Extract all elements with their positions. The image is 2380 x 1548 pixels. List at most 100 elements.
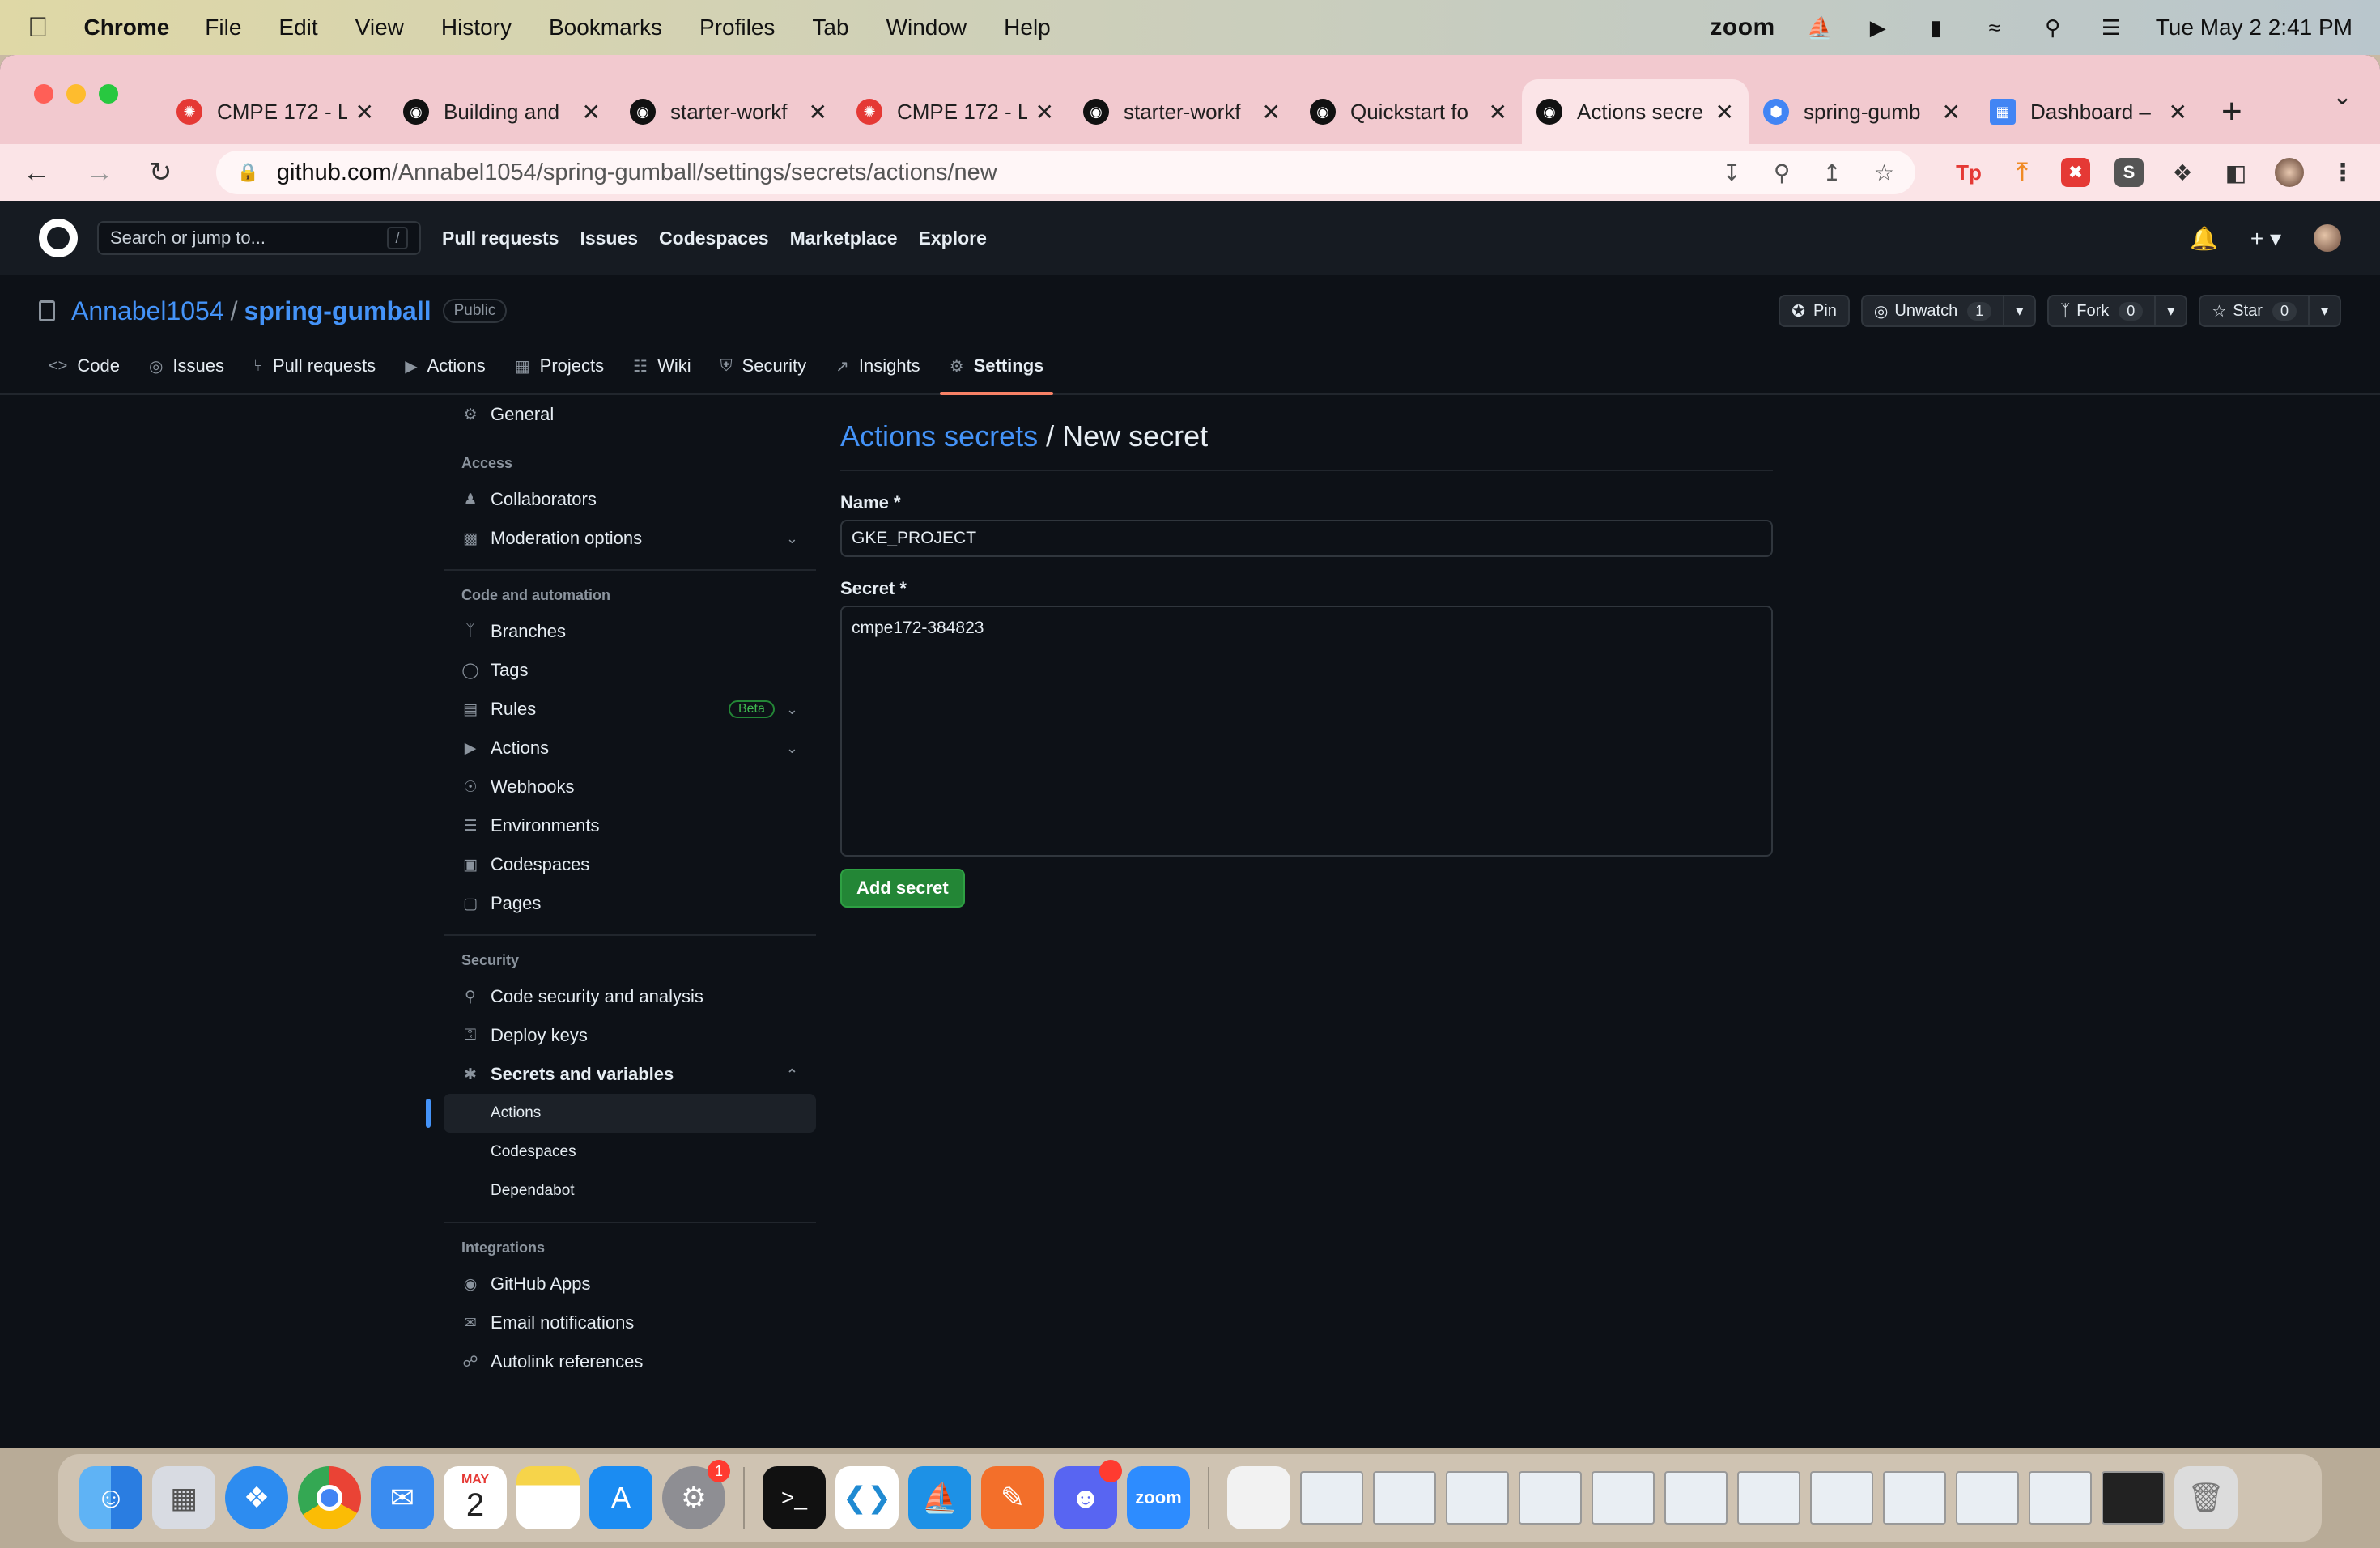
sidebar-item-moderation[interactable]: ▩ Moderation options ⌄ [444, 519, 816, 558]
sidebar-subitem-actions[interactable]: Actions [426, 1094, 816, 1133]
bookmark-star-icon[interactable]: ☆ [1874, 159, 1894, 186]
sidebar-item-secrets-variables[interactable]: ✱ Secrets and variables ⌃ [444, 1055, 816, 1094]
close-tab-icon[interactable]: ✕ [2169, 99, 2187, 125]
browser-tab-active[interactable]: ◉ Actions secre ✕ [1522, 79, 1749, 144]
zoom-window-button[interactable] [99, 84, 118, 104]
docker-whale-icon[interactable]: ⛵ [1806, 15, 1834, 40]
close-window-button[interactable] [34, 84, 53, 104]
notes-icon[interactable] [516, 1466, 580, 1529]
window-thumbnail[interactable] [1883, 1471, 1946, 1525]
close-tab-icon[interactable]: ✕ [1715, 99, 1734, 125]
fork-dropdown-icon[interactable]: ▾ [2154, 296, 2174, 325]
notifications-bell-icon[interactable]: 🔔 [2190, 225, 2218, 252]
tab-insights[interactable]: ↗ Insights [826, 345, 930, 393]
menu-tab[interactable]: Tab [812, 15, 848, 40]
back-arrow-icon[interactable]: ← [23, 157, 50, 189]
window-thumbnail[interactable] [1373, 1471, 1436, 1525]
browser-tab[interactable]: ✺ CMPE 172 - L ✕ [842, 79, 1069, 144]
nav-marketplace[interactable]: Marketplace [790, 228, 898, 249]
sidebar-item-collaborators[interactable]: ♟ Collaborators [444, 480, 816, 519]
unwatch-button[interactable]: ◎ Unwatch 1 ▾ [1860, 295, 2037, 327]
nav-pull-requests[interactable]: Pull requests [442, 228, 559, 249]
address-bar[interactable]: 🔒 github.com/Annabel1054/spring-gumball/… [215, 151, 1915, 194]
close-tab-icon[interactable]: ✕ [1489, 99, 1507, 125]
unwatch-dropdown-icon[interactable]: ▾ [2003, 296, 2023, 325]
control-center-icon[interactable]: ☰ [2097, 15, 2125, 40]
tab-search-chevron-icon[interactable]: ⌄ [2332, 83, 2352, 111]
secret-value-textarea[interactable] [840, 606, 1773, 857]
sidebar-item-code-security[interactable]: ⚲ Code security and analysis [444, 977, 816, 1016]
window-thumbnail[interactable] [1664, 1471, 1728, 1525]
tab-actions[interactable]: ▶ Actions [395, 345, 495, 393]
menu-history[interactable]: History [441, 15, 512, 40]
window-thumbnail[interactable] [2102, 1471, 2165, 1525]
star-button[interactable]: ☆ Star 0 ▾ [2199, 295, 2341, 327]
window-thumbnail[interactable] [2029, 1471, 2092, 1525]
tab-settings[interactable]: ⚙ Settings [939, 345, 1054, 395]
close-tab-icon[interactable]: ✕ [1035, 99, 1054, 125]
sidebar-item-general[interactable]: ⚙ General [444, 395, 816, 434]
browser-tab[interactable]: ◉ Building and ✕ [389, 79, 615, 144]
app-store-icon[interactable]: A [589, 1466, 652, 1529]
user-avatar[interactable] [2314, 224, 2341, 252]
tab-security[interactable]: ⛨ Security [711, 345, 816, 393]
sidebar-item-tags[interactable]: ◯ Tags [444, 651, 816, 690]
tab-issues[interactable]: ◎ Issues [139, 345, 234, 393]
close-tab-icon[interactable]: ✕ [1942, 99, 1961, 125]
terminal-icon[interactable]: >_ [763, 1466, 826, 1529]
system-settings-icon[interactable]: ⚙ 1 [662, 1460, 730, 1529]
close-tab-icon[interactable]: ✕ [582, 99, 601, 125]
menu-help[interactable]: Help [1004, 15, 1051, 40]
docker-icon[interactable]: ⛵ [908, 1466, 971, 1529]
add-secret-button[interactable]: Add secret [840, 869, 965, 908]
pin-button[interactable]: ✪ Pin [1779, 295, 1850, 327]
close-tab-icon[interactable]: ✕ [1262, 99, 1281, 125]
browser-tab[interactable]: ▦ Dashboard – ✕ [1975, 79, 2202, 144]
menu-file[interactable]: File [205, 15, 241, 40]
repo-name-link[interactable]: spring-gumball [244, 296, 431, 326]
nav-explore[interactable]: Explore [919, 228, 987, 249]
document-icon[interactable] [1227, 1466, 1290, 1529]
github-logo-icon[interactable] [39, 219, 78, 257]
battery-icon[interactable]: ▮ [1923, 15, 1950, 40]
zoom-status-item[interactable]: zoom [1710, 14, 1774, 41]
postman-icon[interactable]: ✎ [981, 1466, 1044, 1529]
window-thumbnail[interactable] [1446, 1471, 1509, 1525]
zoom-app-icon[interactable]: zoom [1127, 1466, 1190, 1529]
finder-icon[interactable]: ☺ [79, 1466, 142, 1529]
menu-clock[interactable]: Tue May 2 2:41 PM [2156, 15, 2352, 40]
app-menu-chrome[interactable]: Chrome [84, 15, 170, 40]
tab-projects[interactable]: ▦ Projects [505, 345, 614, 393]
spotlight-search-icon[interactable]: ⚲ [2039, 15, 2067, 40]
menu-view[interactable]: View [355, 15, 404, 40]
tab-wiki[interactable]: ☷ Wiki [623, 345, 700, 393]
sidebar-item-branches[interactable]: ᛉ Branches [444, 612, 816, 651]
arrow-extension-icon[interactable]: ⤒ [2008, 158, 2037, 187]
tp-extension-icon[interactable]: Tp [1954, 158, 1983, 187]
actions-secrets-link[interactable]: Actions secrets [840, 419, 1038, 453]
shield-extension-icon[interactable]: ✖ [2061, 158, 2090, 187]
play-circle-icon[interactable]: ▶ [1864, 15, 1892, 40]
menu-window[interactable]: Window [886, 15, 967, 40]
forward-arrow-icon[interactable]: → [86, 157, 113, 189]
close-tab-icon[interactable]: ✕ [355, 99, 374, 125]
nav-issues[interactable]: Issues [580, 228, 638, 249]
sidebar-item-webhooks[interactable]: ☉ Webhooks [444, 768, 816, 806]
vscode-icon[interactable]: ❮❯ [835, 1466, 899, 1529]
fork-button[interactable]: ᛉ Fork 0 ▾ [2047, 295, 2188, 327]
browser-tab[interactable]: ◉ Quickstart fo ✕ [1295, 79, 1522, 144]
repo-owner-link[interactable]: Annabel1054 [71, 296, 224, 326]
menu-bookmarks[interactable]: Bookmarks [549, 15, 662, 40]
browser-tab[interactable]: ◉ starter-workf ✕ [1069, 79, 1295, 144]
window-thumbnail[interactable] [1519, 1471, 1582, 1525]
browser-tab[interactable]: ⬢ spring-gumb ✕ [1749, 79, 1975, 144]
mail-icon[interactable]: ✉ [371, 1466, 434, 1529]
browser-tab[interactable]: ✺ CMPE 172 - L ✕ [162, 79, 389, 144]
sidebar-subitem-dependabot[interactable]: Dependabot [444, 1172, 816, 1210]
share-icon[interactable]: ↥ [1822, 159, 1841, 186]
new-tab-button[interactable]: + [2221, 79, 2242, 144]
launchpad-icon[interactable]: ▦ [152, 1466, 215, 1529]
sidebar-subitem-codespaces[interactable]: Codespaces [444, 1133, 816, 1172]
window-thumbnail[interactable] [1956, 1471, 2019, 1525]
install-app-icon[interactable]: ↧ [1722, 159, 1740, 186]
